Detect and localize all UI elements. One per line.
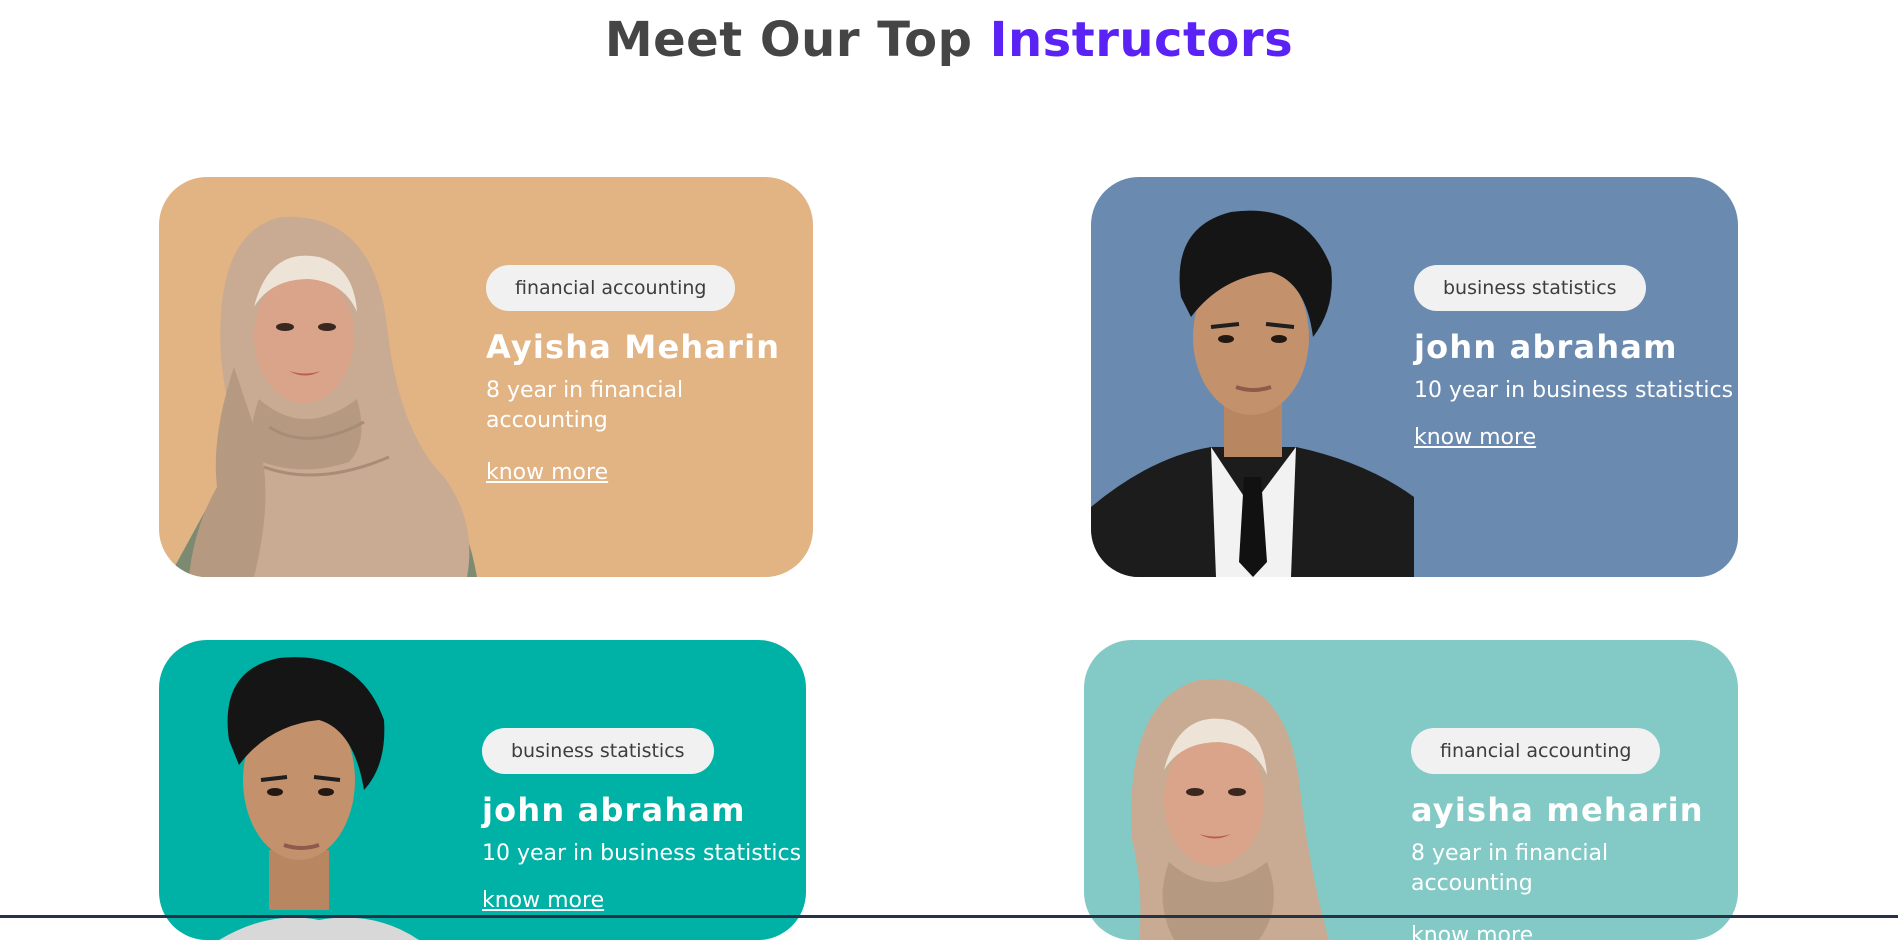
instructor-name: john abraham: [1414, 328, 1678, 366]
instructor-photo: [1091, 210, 1414, 577]
title-text: Meet Our Top: [604, 12, 990, 68]
subject-tag: business statistics: [482, 728, 714, 774]
instructor-card-ayisha: financial accounting Ayisha Meharin 8 ye…: [159, 177, 813, 577]
instructor-info: financial accounting Ayisha Meharin 8 ye…: [486, 265, 806, 485]
instructor-photo: [169, 216, 477, 577]
instructor-photo: [219, 657, 419, 940]
title-accent: Instructors: [989, 12, 1294, 68]
instructor-card-john: business statistics john abraham 10 year…: [1091, 177, 1738, 577]
know-more-link[interactable]: know more: [486, 460, 608, 485]
instructor-name: john abraham: [482, 791, 746, 829]
instructor-name: ayisha meharin: [1411, 791, 1704, 829]
instructor-info: business statistics john abraham 10 year…: [482, 728, 806, 913]
instructor-name: Ayisha Meharin: [486, 328, 781, 366]
subject-tag: financial accounting: [486, 265, 736, 311]
instructor-photo: [1131, 679, 1329, 940]
instructor-experience: 10 year in business statistics: [482, 841, 802, 866]
instructor-info: business statistics john abraham 10 year…: [1414, 265, 1738, 450]
know-more-link[interactable]: know more: [482, 888, 604, 913]
instructor-card-ayisha-2: financial accounting ayisha meharin 8 ye…: [1084, 640, 1738, 940]
instructor-experience: 10 year in business statistics: [1414, 378, 1734, 403]
subject-tag: financial accounting: [1411, 728, 1661, 774]
instructor-experience: 8 year in financial accounting: [486, 378, 684, 433]
instructor-experience: 8 year in financial accounting: [1411, 841, 1609, 896]
know-more-link[interactable]: know more: [1414, 425, 1536, 450]
subject-tag: business statistics: [1414, 265, 1646, 311]
instructor-info: financial accounting ayisha meharin 8 ye…: [1411, 728, 1731, 940]
section-title: Meet Our Top Instructors: [0, 12, 1898, 68]
instructor-card-john-2: business statistics john abraham 10 year…: [159, 640, 806, 940]
know-more-link[interactable]: know more: [1411, 923, 1533, 940]
